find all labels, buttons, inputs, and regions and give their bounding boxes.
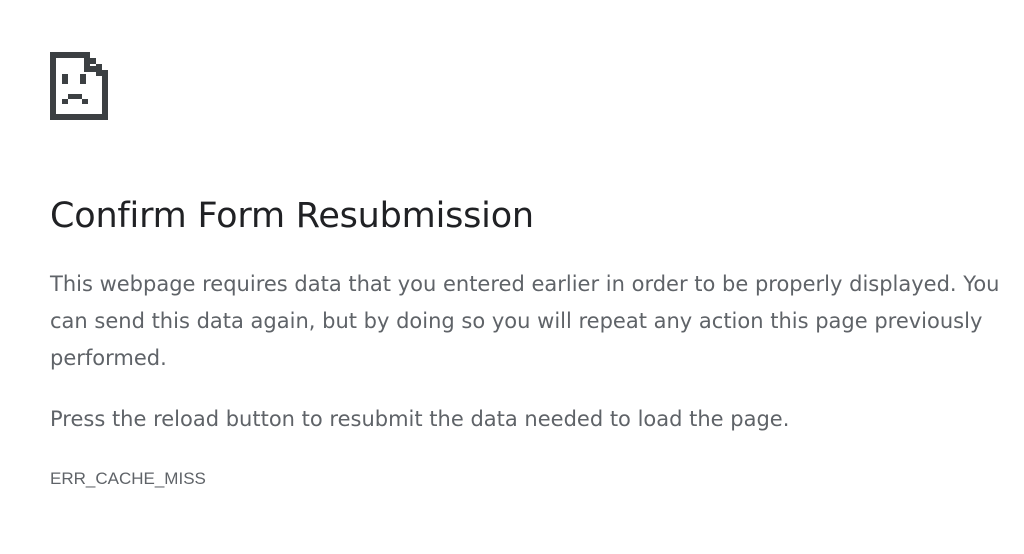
reload-hint: Press the reload button to resubmit the … <box>50 407 790 431</box>
error-description: This webpage requires data that you ente… <box>50 272 1000 370</box>
sad-page-icon <box>50 52 108 120</box>
page-title: Confirm Form Resubmission <box>50 196 534 236</box>
error-page: Confirm Form Resubmission This webpage r… <box>0 0 1024 554</box>
error-code: ERR_CACHE_MISS <box>50 469 206 488</box>
